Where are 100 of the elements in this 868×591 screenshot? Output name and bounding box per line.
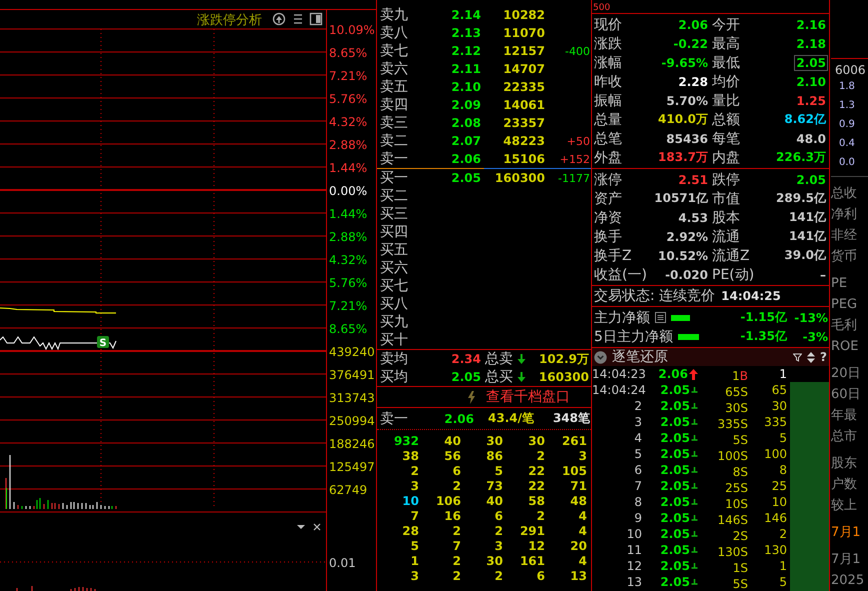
quote-label: 总笔 xyxy=(593,130,623,148)
menu-icon[interactable] xyxy=(293,14,303,24)
help-icon[interactable]: ? xyxy=(820,350,827,364)
lightning-icon xyxy=(467,390,476,404)
volume-axis-label: 313743 xyxy=(329,391,375,405)
volume-axis-label: 250994 xyxy=(329,414,375,428)
side-info-label: 7月1 xyxy=(831,551,862,569)
tick-price: 2.05 xyxy=(660,399,690,413)
order-level-label: 买九 xyxy=(379,313,409,331)
quote-label: 昨收 xyxy=(593,72,623,90)
price-axis-label: 0.00% xyxy=(329,184,368,198)
queue-order-size: 56 xyxy=(443,448,461,462)
order-volume: 160300 xyxy=(494,171,545,185)
order-change: +152 xyxy=(558,152,590,166)
quote-label: 今开 xyxy=(711,16,741,34)
tick-volume: 100S xyxy=(716,448,748,464)
price-axis-label: 2.88% xyxy=(329,230,368,244)
order-volume: 14707 xyxy=(502,62,545,76)
price-axis-label: 10.09% xyxy=(329,23,375,37)
side-info-label: 净利 xyxy=(831,206,858,224)
tick-count: 10 xyxy=(770,495,787,509)
price-axis-label: 5.76% xyxy=(329,92,368,106)
tick-price: 2.05 xyxy=(660,575,690,589)
quote-value: 183.7万 xyxy=(657,149,709,166)
upload-icon[interactable] xyxy=(272,12,286,26)
quote-value: 289.5亿 xyxy=(775,190,827,207)
quote-value: 48.0 xyxy=(795,130,827,146)
volume-axis-label: 125497 xyxy=(329,460,375,474)
order-level-label: 卖五 xyxy=(379,78,409,96)
order-price: 2.12 xyxy=(450,44,481,58)
price-axis-label: 4.32% xyxy=(329,253,368,267)
queue-order-size: 6 xyxy=(452,464,461,478)
tick-price: 2.05 xyxy=(660,511,690,525)
tick-volume: 8S xyxy=(732,464,748,480)
scale-label: 1.3 xyxy=(838,99,856,113)
queue-order-size: 261 xyxy=(560,434,587,448)
queue-order-size: 30 xyxy=(485,554,503,568)
list-icon[interactable] xyxy=(655,312,666,323)
average-label: 卖均 xyxy=(379,350,409,368)
dropdown-icon[interactable] xyxy=(297,525,305,529)
order-level-label: 卖二 xyxy=(379,132,409,150)
queue-order-size: 2 xyxy=(410,464,419,478)
tick-count: 5 xyxy=(778,575,787,589)
queue-order-size: 12 xyxy=(527,538,545,552)
quote-value: 141亿 xyxy=(788,209,827,226)
fund-flow-percent: -13% xyxy=(793,310,829,324)
queue-order-size: 28 xyxy=(401,524,419,538)
queue-order-size: 106 xyxy=(434,494,461,508)
quote-value: 8.62亿 xyxy=(783,111,827,128)
order-change: -1177 xyxy=(557,172,590,184)
queue-order-size: 1 xyxy=(410,554,419,568)
close-icon[interactable] xyxy=(313,523,321,531)
collapse-icon[interactable] xyxy=(594,350,607,364)
scale-label: 1.8 xyxy=(838,80,856,94)
order-price: 2.05 xyxy=(450,171,481,185)
order-level-label: 卖一 xyxy=(379,150,409,168)
quote-label: 振幅 xyxy=(593,92,623,110)
total-label: 总买 xyxy=(484,368,514,386)
tick-volume: 5S xyxy=(732,576,748,591)
average-price: 2.34 xyxy=(450,352,481,366)
order-level-label: 买六 xyxy=(379,259,409,277)
quote-value: 226.3万 xyxy=(775,149,827,166)
fund-flow-label: 5日主力净额 xyxy=(594,328,673,346)
quote-value: -9.65% xyxy=(660,54,709,70)
sort-icon[interactable] xyxy=(807,352,816,362)
order-volume: 15106 xyxy=(502,152,545,166)
tick-time: 7 xyxy=(633,479,642,493)
order-volume: 11070 xyxy=(502,26,545,40)
order-volume: 14061 xyxy=(502,98,545,112)
order-price: 2.10 xyxy=(450,80,481,94)
total-volume: 160300 xyxy=(538,370,589,384)
quote-label: 涨跌 xyxy=(593,34,623,52)
price-axis-label: 1.44% xyxy=(329,161,368,175)
order-level-label: 卖三 xyxy=(379,114,409,132)
tick-time: 11 xyxy=(626,543,642,557)
volume-axis-label: 439240 xyxy=(329,345,375,359)
queue-order-size: 48 xyxy=(569,494,587,508)
quote-label: 总额 xyxy=(711,110,741,128)
side-info-label: ROE xyxy=(831,338,860,356)
side-info-label: 60日 xyxy=(831,386,862,404)
queue-order-size: 30 xyxy=(527,434,545,448)
queue-order-size: 2 xyxy=(452,524,461,538)
queue-order-size: 7 xyxy=(410,508,419,522)
quote-value: 2.16 xyxy=(795,16,827,32)
queue-order-size: 2 xyxy=(494,568,503,582)
quote-value: – xyxy=(819,266,827,282)
tick-volume: 30S xyxy=(724,400,748,416)
filter-icon[interactable] xyxy=(793,352,802,362)
depth-view-link[interactable]: 查看千档盘口 xyxy=(486,388,570,406)
quote-label: 量比 xyxy=(711,92,741,110)
quote-value: 141亿 xyxy=(788,228,827,245)
quote-label: 每笔 xyxy=(711,130,741,148)
queue-order-size: 3 xyxy=(410,478,419,492)
tick-price: 2.05 xyxy=(660,383,690,397)
order-level-label: 卖七 xyxy=(379,42,409,60)
tick-volume: 5S xyxy=(732,432,748,448)
quote-value: 1.25 xyxy=(795,92,827,108)
side-info-label: 户数 xyxy=(831,476,858,494)
queue-order-size: 105 xyxy=(560,464,587,478)
panel-toggle-icon[interactable] xyxy=(310,12,322,26)
